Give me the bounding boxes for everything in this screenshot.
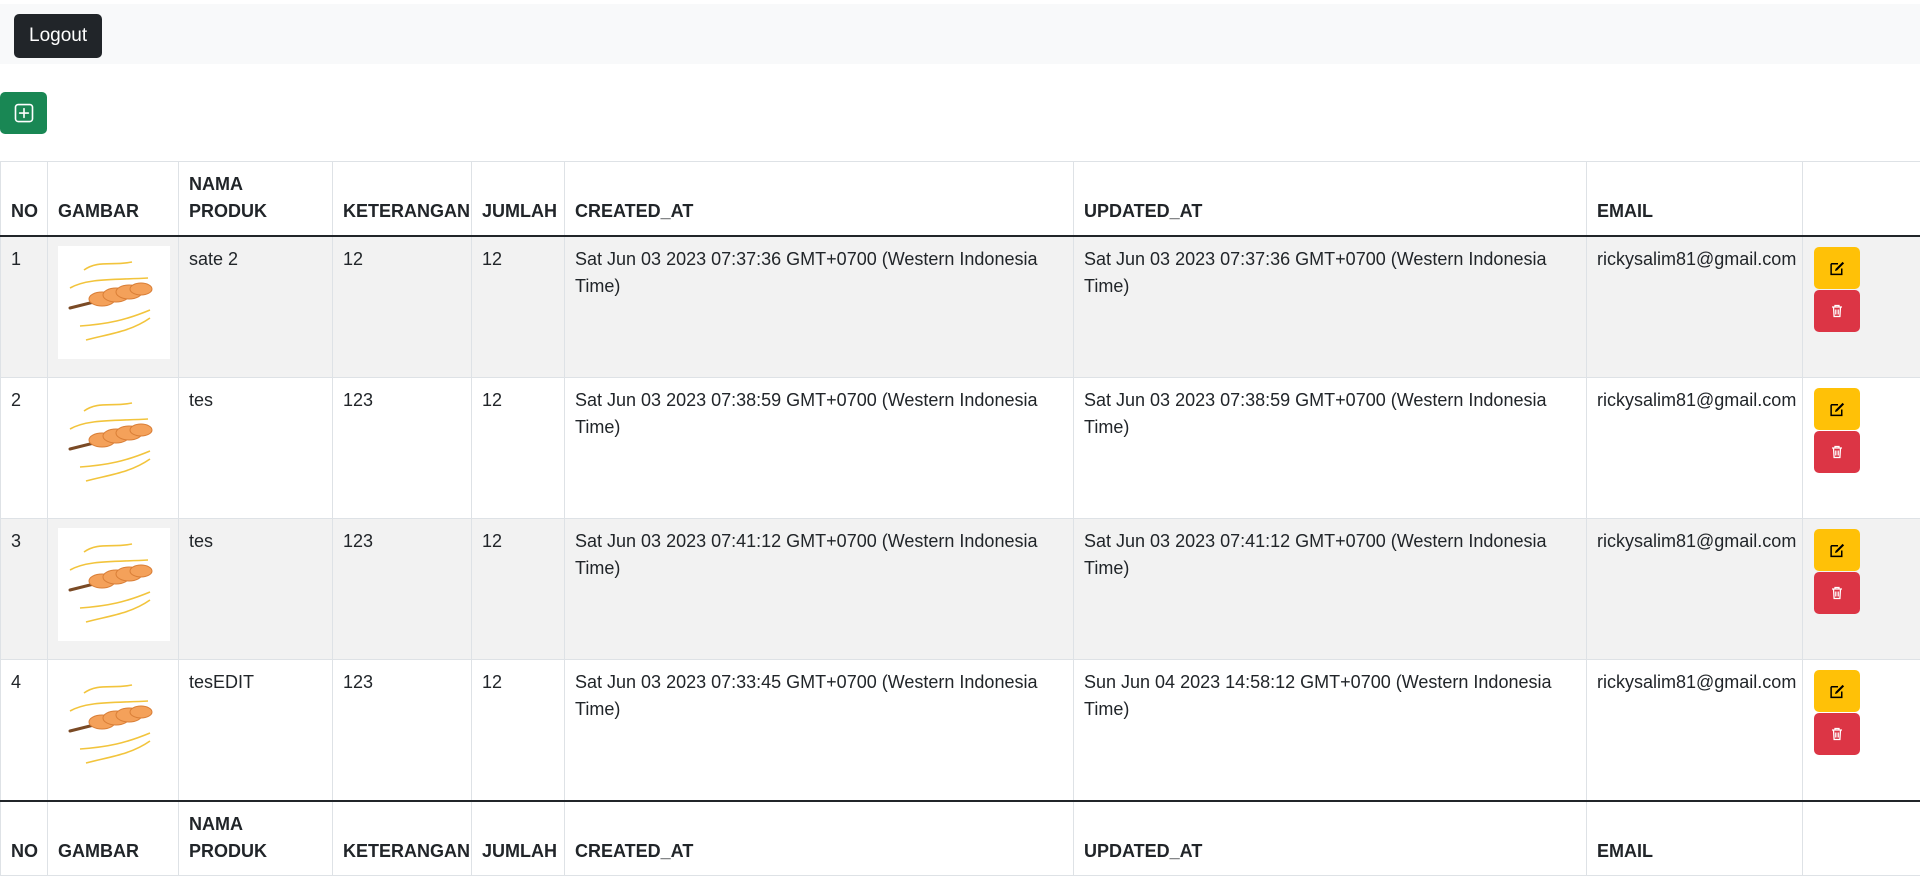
cell-jumlah: 12 [472,660,565,802]
table-row: 2 tes 123 12 Sat Jun 03 2023 07:38:59 GM… [1,378,1920,519]
cell-actions [1803,660,1920,802]
trash-icon [1829,303,1845,319]
cell-email: rickysalim81@gmail.com [1587,236,1803,378]
table-body: 1 sate 2 12 12 Sat Jun 03 2023 07:37:36 … [1,236,1920,801]
plus-square-icon [14,103,34,123]
table-row: 1 sate 2 12 12 Sat Jun 03 2023 07:37:36 … [1,236,1920,378]
header-email: EMAIL [1587,162,1803,237]
cell-gambar [48,378,179,519]
footer-email: EMAIL [1587,801,1803,876]
edit-icon [1829,401,1846,418]
logout-button[interactable]: Logout [14,14,102,58]
footer-nama-produk: NAMA PRODUK [179,801,333,876]
cell-created-at: Sat Jun 03 2023 07:33:45 GMT+0700 (Weste… [565,660,1074,802]
cell-jumlah: 12 [472,236,565,378]
cell-no: 1 [1,236,48,378]
footer-keterangan: KETERANGAN [333,801,472,876]
cell-gambar [48,236,179,378]
cell-keterangan: 123 [333,378,472,519]
table-header: NO GAMBAR NAMA PRODUK KETERANGAN JUMLAH … [1,162,1920,237]
header-gambar: GAMBAR [48,162,179,237]
satay-skewer-image [58,669,170,782]
cell-created-at: Sat Jun 03 2023 07:38:59 GMT+0700 (Weste… [565,378,1074,519]
cell-no: 4 [1,660,48,802]
footer-jumlah: JUMLAH [472,801,565,876]
header-keterangan: KETERANGAN [333,162,472,237]
cell-updated-at: Sat Jun 03 2023 07:38:59 GMT+0700 (Weste… [1074,378,1587,519]
delete-button[interactable] [1814,713,1860,755]
edit-button[interactable] [1814,247,1860,289]
delete-button[interactable] [1814,290,1860,332]
cell-nama-produk: sate 2 [179,236,333,378]
satay-skewer-image [58,387,170,500]
header-no: NO [1,162,48,237]
table-row: 4 tesEDIT 123 12 Sat Jun 03 2023 07:33:4… [1,660,1920,802]
cell-email: rickysalim81@gmail.com [1587,519,1803,660]
edit-icon [1829,260,1846,277]
products-table: NO GAMBAR NAMA PRODUK KETERANGAN JUMLAH … [0,161,1920,876]
footer-created-at: CREATED_AT [565,801,1074,876]
cell-actions [1803,236,1920,378]
cell-jumlah: 12 [472,378,565,519]
edit-icon [1829,542,1846,559]
cell-email: rickysalim81@gmail.com [1587,660,1803,802]
edit-button[interactable] [1814,388,1860,430]
trash-icon [1829,585,1845,601]
cell-email: rickysalim81@gmail.com [1587,378,1803,519]
delete-button[interactable] [1814,572,1860,614]
cell-updated-at: Sun Jun 04 2023 14:58:12 GMT+0700 (Weste… [1074,660,1587,802]
cell-gambar [48,519,179,660]
cell-no: 2 [1,378,48,519]
cell-gambar [48,660,179,802]
cell-actions [1803,519,1920,660]
footer-actions [1803,801,1920,876]
cell-jumlah: 12 [472,519,565,660]
footer-updated-at: UPDATED_AT [1074,801,1587,876]
cell-actions [1803,378,1920,519]
trash-icon [1829,726,1845,742]
edit-icon [1829,683,1846,700]
cell-keterangan: 123 [333,519,472,660]
footer-gambar: GAMBAR [48,801,179,876]
footer-no: NO [1,801,48,876]
header-jumlah: JUMLAH [472,162,565,237]
table-row: 3 tes 123 12 Sat Jun 03 2023 07:41:12 GM… [1,519,1920,660]
delete-button[interactable] [1814,431,1860,473]
add-product-button[interactable] [0,92,47,134]
cell-updated-at: Sat Jun 03 2023 07:37:36 GMT+0700 (Weste… [1074,236,1587,378]
edit-button[interactable] [1814,529,1860,571]
edit-button[interactable] [1814,670,1860,712]
satay-skewer-image [58,246,170,359]
header-actions [1803,162,1920,237]
cell-keterangan: 123 [333,660,472,802]
satay-skewer-image [58,528,170,641]
cell-no: 3 [1,519,48,660]
cell-nama-produk: tesEDIT [179,660,333,802]
header-created-at: CREATED_AT [565,162,1074,237]
cell-nama-produk: tes [179,519,333,660]
table-footer: NO GAMBAR NAMA PRODUK KETERANGAN JUMLAH … [1,801,1920,876]
cell-nama-produk: tes [179,378,333,519]
header-nama-produk: NAMA PRODUK [179,162,333,237]
cell-updated-at: Sat Jun 03 2023 07:41:12 GMT+0700 (Weste… [1074,519,1587,660]
cell-created-at: Sat Jun 03 2023 07:37:36 GMT+0700 (Weste… [565,236,1074,378]
cell-keterangan: 12 [333,236,472,378]
header-updated-at: UPDATED_AT [1074,162,1587,237]
trash-icon [1829,444,1845,460]
cell-created-at: Sat Jun 03 2023 07:41:12 GMT+0700 (Weste… [565,519,1074,660]
top-navbar: Logout [0,4,1920,64]
